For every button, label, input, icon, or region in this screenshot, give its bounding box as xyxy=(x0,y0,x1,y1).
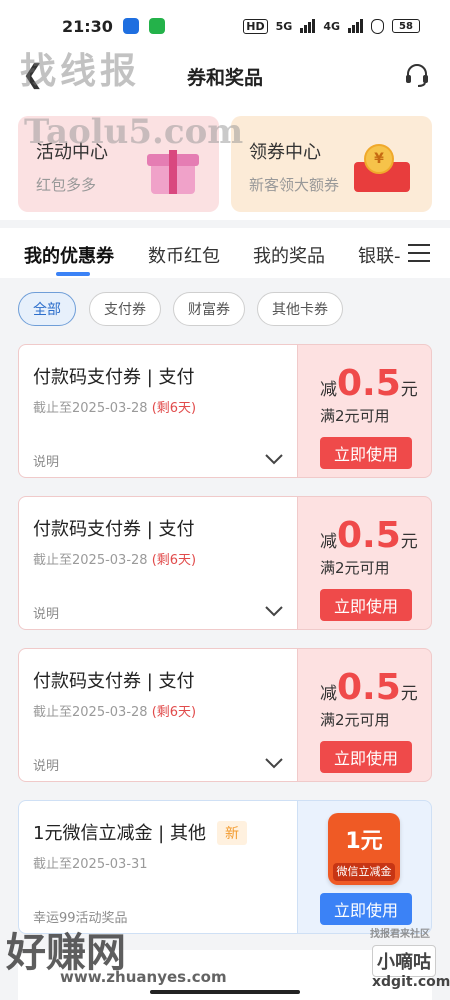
use-now-button[interactable]: 立即使用 xyxy=(320,893,412,925)
coupon-info[interactable]: 1元微信立减金 | 其他 新 截止至2025-03-31 幸运99活动奖品 xyxy=(18,800,298,934)
use-now-button[interactable]: 立即使用 xyxy=(320,589,412,621)
tab-bar: 我的优惠券 数币红包 我的奖品 银联- xyxy=(0,228,450,278)
new-badge: 新 xyxy=(217,821,247,845)
coupon-title: 1元微信立减金 | 其他 xyxy=(33,823,206,844)
coupon-amount: 减0.5元 xyxy=(320,667,418,708)
coupon-remaining: (剩6天) xyxy=(151,401,197,416)
coupon-card: 付款码支付券 | 支付 截止至2025-03-28 (剩6天) 说明 减0.5元… xyxy=(18,344,432,478)
coupon-deadline: 截止至2025-03-28 (剩6天) xyxy=(33,553,197,568)
coupon-value: 减0.5元 满2元可用 立即使用 xyxy=(298,496,432,630)
coupon-value: 减0.5元 满2元可用 立即使用 xyxy=(298,648,432,782)
coupon-card: 付款码支付券 | 支付 截止至2025-03-28 (剩6天) 说明 减0.5元… xyxy=(18,648,432,782)
coupon-desc: 幸运99活动奖品 xyxy=(33,911,128,926)
battery-icon: 58 xyxy=(392,19,420,33)
tab-my-prizes[interactable]: 我的奖品 xyxy=(253,242,325,268)
network-label-2: 4G xyxy=(323,19,340,33)
coupon-remaining: (剩6天) xyxy=(151,553,197,568)
coupon-desc: 说明 xyxy=(33,607,60,622)
use-now-button[interactable]: 立即使用 xyxy=(320,437,412,469)
home-indicator xyxy=(150,990,300,994)
coupon-title: 付款码支付券 | 支付 xyxy=(33,519,195,540)
coupon-remaining: (剩6天) xyxy=(151,705,197,720)
filter-all[interactable]: 全部 xyxy=(18,292,76,326)
chevron-down-icon[interactable] xyxy=(265,605,283,617)
filter-bar: 全部 支付券 财富券 其他卡券 xyxy=(0,278,450,340)
screen: 21:30 HD 5G 4G 58 ❮ 券和奖品 找线报 活动中心 红包多多 领… xyxy=(0,0,450,1000)
coupon-card-wechat: 1元微信立减金 | 其他 新 截止至2025-03-31 幸运99活动奖品 1元… xyxy=(18,800,432,934)
top-area: 21:30 HD 5G 4G 58 ❮ 券和奖品 找线报 活动中心 红包多多 领… xyxy=(0,0,450,220)
coupon-amount: 减0.5元 xyxy=(320,515,418,556)
wechat-voucher-icon: 1元 微信立减金 xyxy=(328,813,400,885)
envelope-coin-icon: ¥ xyxy=(354,142,412,194)
coupon-value: 减0.5元 满2元可用 立即使用 xyxy=(298,344,432,478)
activity-center-card[interactable]: 活动中心 红包多多 xyxy=(18,116,219,212)
coupon-deadline: 截止至2025-03-28 (剩6天) xyxy=(33,705,197,720)
menu-icon[interactable] xyxy=(408,244,430,262)
coupon-desc: 说明 xyxy=(33,455,60,470)
nav-header: ❮ 券和奖品 xyxy=(0,52,450,100)
filter-other-cards[interactable]: 其他卡券 xyxy=(257,292,343,326)
coupon-condition: 满2元可用 xyxy=(320,559,390,577)
use-now-button[interactable]: 立即使用 xyxy=(320,741,412,773)
voucher-amount: 1元 xyxy=(345,829,383,854)
coupon-info[interactable]: 付款码支付券 | 支付 截止至2025-03-28 (剩6天) 说明 xyxy=(18,344,298,478)
filter-payment[interactable]: 支付券 xyxy=(89,292,161,326)
wechat-notify-icon xyxy=(148,18,165,34)
voucher-label: 微信立减金 xyxy=(333,863,395,881)
tab-my-coupons[interactable]: 我的优惠券 xyxy=(24,242,114,268)
status-time: 21:30 xyxy=(62,16,113,36)
back-icon[interactable]: ❮ xyxy=(22,62,44,88)
filter-wealth[interactable]: 财富券 xyxy=(173,292,245,326)
signal-icon-2 xyxy=(348,19,363,33)
coupon-amount: 减0.5元 xyxy=(320,363,418,404)
page-title: 券和奖品 xyxy=(186,66,263,89)
chevron-down-icon[interactable] xyxy=(265,757,283,769)
coupon-condition: 满2元可用 xyxy=(320,407,390,425)
coupon-card: 付款码支付券 | 支付 截止至2025-03-28 (剩6天) 说明 减0.5元… xyxy=(18,496,432,630)
coupon-condition: 满2元可用 xyxy=(320,711,390,729)
status-bar: 21:30 HD 5G 4G 58 xyxy=(0,0,450,52)
coupon-deadline: 截止至2025-03-31 xyxy=(33,857,148,872)
network-label: 5G xyxy=(275,19,293,33)
coupon-deadline: 截止至2025-03-28 (剩6天) xyxy=(33,401,197,416)
vpn-icon xyxy=(371,18,384,34)
coupon-value: 1元 微信立减金 立即使用 xyxy=(298,800,432,934)
tab-underline xyxy=(56,272,90,276)
coupon-center-card[interactable]: 领券中心 新客领大额券 ¥ xyxy=(231,116,432,212)
coupon-title: 付款码支付券 | 支付 xyxy=(33,671,195,692)
gift-icon xyxy=(147,144,199,194)
customer-service-icon[interactable] xyxy=(404,62,430,88)
tab-digital-red-packets[interactable]: 数币红包 xyxy=(148,242,220,268)
coupon-info[interactable]: 付款码支付券 | 支付 截止至2025-03-28 (剩6天) 说明 xyxy=(18,648,298,782)
coupon-title: 付款码支付券 | 支付 xyxy=(33,367,195,388)
coupon-desc: 说明 xyxy=(33,759,60,774)
hd-icon: HD xyxy=(243,18,268,34)
signal-icon xyxy=(300,19,316,33)
tab-unionpay[interactable]: 银联- xyxy=(358,242,401,268)
chevron-down-icon[interactable] xyxy=(265,453,283,465)
coupon-info[interactable]: 付款码支付券 | 支付 截止至2025-03-28 (剩6天) 说明 xyxy=(18,496,298,630)
app-notify-icon xyxy=(122,18,139,34)
